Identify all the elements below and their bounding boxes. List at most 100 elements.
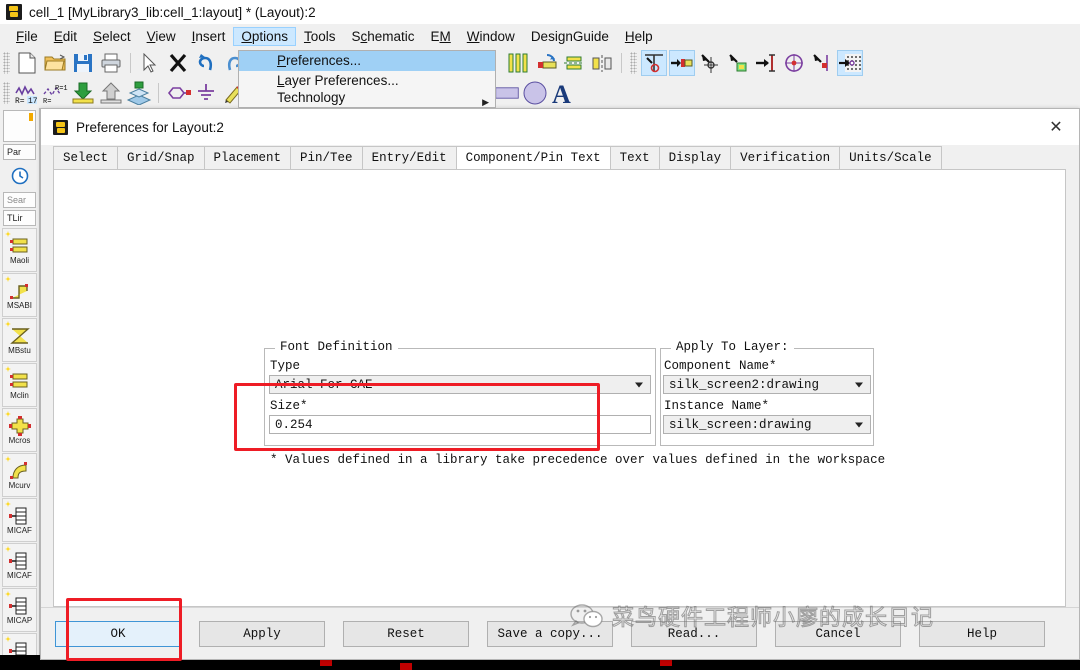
palette-item-1[interactable]: MSABI (2, 273, 37, 317)
snap-vertex-icon[interactable] (697, 50, 723, 76)
svg-text:R=: R= (15, 97, 25, 105)
palette-search-input[interactable]: Sear (3, 192, 36, 208)
align-vertical-icon[interactable] (505, 50, 531, 76)
pointer-arrow-icon[interactable] (137, 50, 163, 76)
freq-response-icon[interactable]: R= 17 (14, 80, 40, 106)
rectangle-icon[interactable] (494, 80, 520, 106)
new-document-icon[interactable] (14, 50, 40, 76)
tab-entry-edit[interactable]: Entry/Edit (361, 146, 457, 169)
undo-icon[interactable] (193, 50, 219, 76)
svg-text:17: 17 (28, 97, 38, 105)
tab-select[interactable]: Select (53, 146, 119, 169)
mlin-icon (9, 236, 31, 256)
export-icon[interactable] (98, 80, 124, 106)
menu-select[interactable]: Select (85, 27, 139, 46)
palette-library-selector[interactable]: TLir (3, 210, 36, 226)
instance-name-combo[interactable]: silk_screen:drawing (663, 415, 871, 434)
menu-item-preferences[interactable]: Preferences... (239, 51, 495, 71)
snap-center-icon[interactable] (781, 50, 807, 76)
svg-text:A: A (552, 80, 571, 106)
font-size-input[interactable]: 0.254 (269, 415, 651, 434)
tab-placement[interactable]: Placement (203, 146, 292, 169)
tab-verification[interactable]: Verification (730, 146, 841, 169)
chevron-down-icon (855, 382, 863, 387)
font-type-combo[interactable]: Arial For CAE (269, 375, 651, 394)
palette-item-2[interactable]: MBstu (2, 318, 37, 362)
snap-intersection-icon[interactable] (809, 50, 835, 76)
toolbar-separator (158, 83, 159, 103)
ads-layout-icon (6, 4, 22, 20)
tab-component-pin-text[interactable]: Component/Pin Text (455, 146, 611, 169)
mirror-icon[interactable] (589, 50, 615, 76)
layers-icon[interactable] (126, 80, 152, 106)
open-folder-icon[interactable] (42, 50, 68, 76)
menu-item-layer-preferences[interactable]: Layer Preferences... (239, 71, 495, 91)
component-name-combo[interactable]: silk_screen2:drawing (663, 375, 871, 394)
component-name-label: Component Name* (664, 359, 777, 373)
ok-button[interactable]: OK (55, 620, 181, 647)
print-icon[interactable] (98, 50, 124, 76)
menu-designguide[interactable]: DesignGuide (523, 27, 617, 46)
ground-icon[interactable] (193, 80, 219, 106)
palette-item-label: Mcros (8, 435, 31, 445)
snap-edge-icon[interactable] (725, 50, 751, 76)
align-center-icon[interactable] (561, 50, 587, 76)
menu-tools[interactable]: Tools (296, 27, 344, 46)
snap-midpoint-icon[interactable] (753, 50, 779, 76)
menu-file[interactable]: File (8, 27, 46, 46)
history-button[interactable] (0, 162, 39, 190)
text-icon[interactable]: A (550, 80, 576, 106)
component-name-value: silk_screen2:drawing (669, 377, 820, 392)
import-icon[interactable] (70, 80, 96, 106)
font-size-label: Size* (270, 399, 308, 413)
toolbar-separator (130, 53, 131, 73)
toolbar-separator (621, 53, 622, 73)
save-a-copy-button[interactable]: Save a copy... (487, 620, 613, 647)
tab-pin-tee[interactable]: Pin/Tee (290, 146, 363, 169)
menu-window[interactable]: Window (459, 27, 523, 46)
menu-options[interactable]: Options (233, 26, 296, 46)
reset-button[interactable]: Reset (343, 620, 469, 647)
save-icon[interactable] (70, 50, 96, 76)
submenu-arrow-icon: ▶ (482, 97, 489, 107)
menu-insert[interactable]: Insert (184, 27, 234, 46)
circle-icon[interactable] (522, 80, 548, 106)
menu-view[interactable]: View (139, 27, 184, 46)
menu-edit[interactable]: Edit (46, 27, 85, 46)
read-button[interactable]: Read... (631, 620, 757, 647)
menu-schematic[interactable]: Schematic (343, 27, 422, 46)
palette-item-3[interactable]: Mclin (2, 363, 37, 407)
mclin-icon (9, 371, 31, 391)
help-button[interactable]: Help (919, 620, 1045, 647)
param-sweep-icon[interactable]: R= R=17 (42, 80, 68, 106)
dialog-tabstrip: Select Grid/Snap Placement Pin/Tee Entry/Edi… (41, 145, 1079, 169)
tab-grid-snap[interactable]: Grid/Snap (117, 146, 205, 169)
menu-help[interactable]: Help (617, 27, 661, 46)
palette-item-4[interactable]: Mcros (2, 408, 37, 452)
menu-select-label: elect (102, 28, 131, 44)
menu-em[interactable]: EM (423, 27, 459, 46)
snap-pin-icon[interactable] (669, 50, 695, 76)
close-icon[interactable]: ✕ (1033, 109, 1079, 145)
palette-item-8[interactable]: MICAP (2, 588, 37, 632)
snap-origin-icon[interactable] (641, 50, 667, 76)
palette-item-7[interactable]: MICAF (2, 543, 37, 587)
toolbar-grip[interactable] (630, 52, 637, 74)
apply-button[interactable]: Apply (199, 620, 325, 647)
tab-units-scale[interactable]: Units/Scale (839, 146, 942, 169)
palette-item-6[interactable]: MICAF (2, 498, 37, 542)
menu-item-technology[interactable]: Technology (239, 91, 495, 105)
palette-item-0[interactable]: Maoli (2, 228, 37, 272)
tab-display[interactable]: Display (658, 146, 732, 169)
menu-window-label: indow (479, 28, 515, 44)
toolbar-grip[interactable] (3, 82, 10, 104)
palette-item-5[interactable]: Mcurv (2, 453, 37, 497)
insert-pin-icon[interactable] (533, 50, 559, 76)
snap-grid-icon[interactable] (837, 50, 863, 76)
toolbar-grip[interactable] (3, 52, 10, 74)
port-icon[interactable] (165, 80, 191, 106)
font-size-value: 0.254 (275, 417, 313, 432)
tab-text[interactable]: Text (609, 146, 660, 169)
delete-x-icon[interactable] (165, 50, 191, 76)
cancel-button[interactable]: Cancel (775, 620, 901, 647)
